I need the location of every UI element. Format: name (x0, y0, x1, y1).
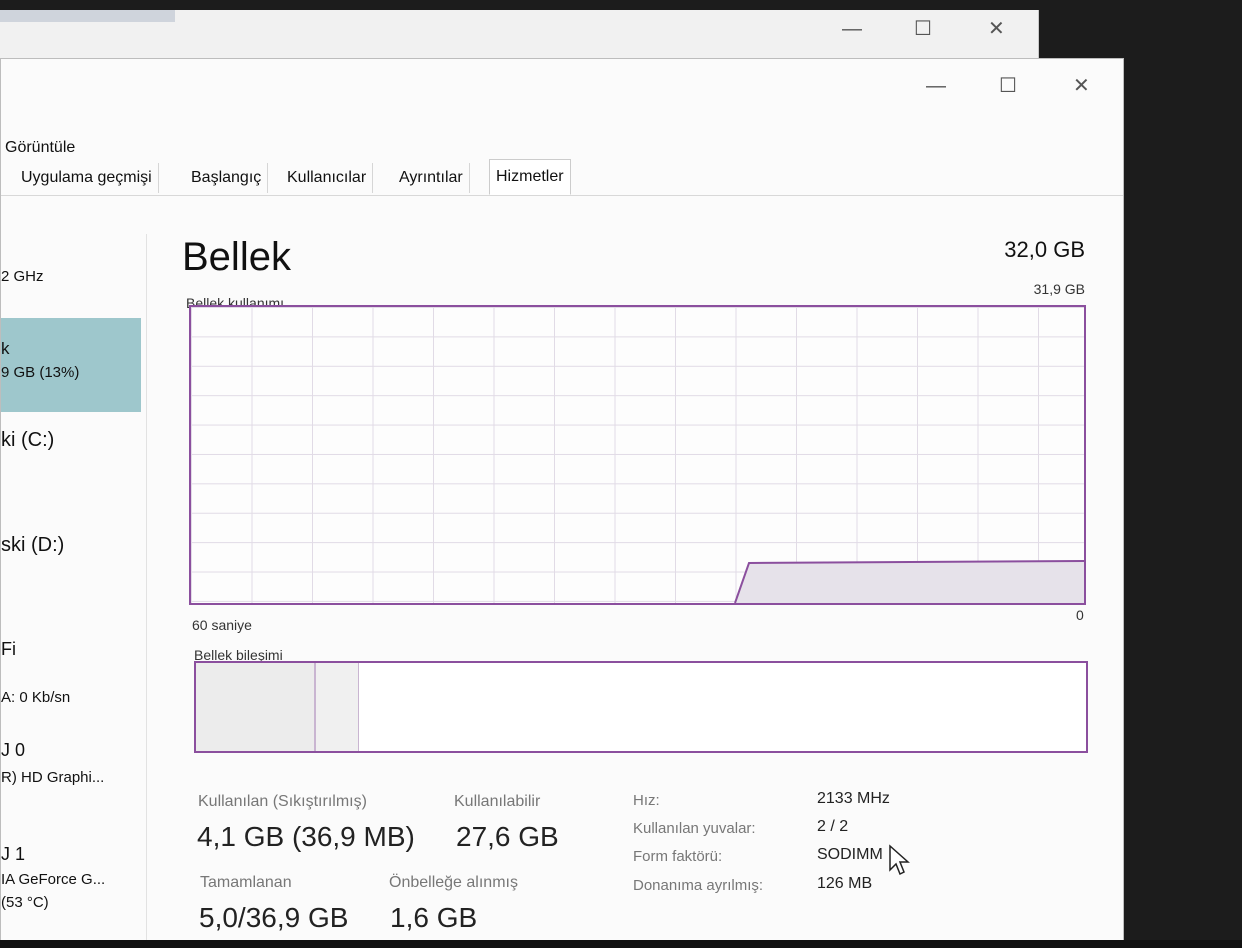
menu-view[interactable]: Görüntüle (5, 139, 75, 157)
task-manager-window: — ☐ ✕ Görüntüle Uygulama geçmişi Başlang… (0, 58, 1124, 945)
committed-label: Tamamlanan (200, 874, 292, 891)
mouse-cursor-icon (889, 844, 910, 876)
usage-graph-max: 31,9 GB (1033, 281, 1085, 297)
tab-startup[interactable]: Başlangıç (185, 163, 269, 193)
page-title: Bellek (182, 235, 291, 279)
available-label: Kullanılabilir (454, 793, 541, 810)
memory-composition-bar (194, 661, 1088, 753)
composition-modified (316, 663, 359, 751)
graph-time-label: 60 saniye (192, 617, 252, 633)
sidebar-item-disk-d[interactable]: ski (D:) (1, 534, 64, 557)
sidebar-gpu1-desc: IA GeForce G... (1, 871, 106, 888)
sidebar-wifi-rate: A: 0 Kb/sn (1, 689, 71, 706)
committed-value: 5,0/36,9 GB (199, 902, 349, 933)
reserved-value: 126 MB (817, 875, 873, 892)
graph-time-zero: 0 (1076, 607, 1084, 623)
memory-total: 32,0 GB (1004, 237, 1085, 262)
background-window-strip (0, 10, 175, 22)
bg-minimize-button[interactable]: — (842, 18, 862, 41)
sidebar-item-gpu1[interactable]: J 1 (1, 844, 25, 865)
sidebar-memory-usage: 9 GB (13%) (1, 364, 80, 381)
composition-in-use (196, 663, 316, 751)
used-label: Kullanılan (Sıkıştırılmış) (198, 793, 367, 810)
tab-users[interactable]: Kullanıcılar (281, 163, 374, 193)
form-factor-label: Form faktörü: (633, 848, 723, 865)
bg-maximize-button[interactable]: ☐ (914, 16, 932, 41)
bg-close-button[interactable]: ✕ (988, 16, 1005, 41)
tab-app-history[interactable]: Uygulama geçmişi (15, 163, 159, 193)
form-factor-value: SODIMM (817, 846, 883, 863)
slots-label: Kullanılan yuvalar: (633, 820, 756, 837)
speed-label: Hız: (633, 792, 660, 809)
sidebar-item-memory[interactable]: k (1, 339, 10, 359)
sidebar-gpu1-temp: (53 °C) (1, 894, 49, 911)
sidebar-gpu0-desc: R) HD Graphi... (1, 769, 105, 786)
sidebar-item-wifi[interactable]: Fi (1, 639, 16, 660)
bottom-band (0, 940, 1242, 948)
tab-strip: Uygulama geçmişi Başlangıç Kullanıcılar … (1, 159, 1123, 196)
memory-usage-line (734, 560, 1084, 603)
slots-value: 2 / 2 (817, 818, 849, 835)
sidebar-cpu-speed[interactable]: 2 GHz (1, 268, 44, 285)
maximize-button[interactable]: ☐ (999, 73, 1017, 98)
minimize-button[interactable]: — (926, 75, 946, 98)
speed-value: 2133 MHz (817, 790, 890, 807)
sidebar-item-gpu0[interactable]: J 0 (1, 740, 25, 761)
cached-value: 1,6 GB (390, 902, 478, 933)
tab-services[interactable]: Hizmetler (489, 159, 571, 195)
close-button[interactable]: ✕ (1073, 73, 1090, 98)
sidebar-item-disk-c[interactable]: ki (C:) (1, 429, 54, 452)
tab-details[interactable]: Ayrıntılar (393, 163, 470, 193)
available-value: 27,6 GB (456, 821, 559, 852)
memory-usage-graph (189, 305, 1086, 605)
reserved-label: Donanıma ayrılmış: (633, 877, 764, 894)
used-value: 4,1 GB (36,9 MB) (197, 821, 415, 852)
cached-label: Önbelleğe alınmış (389, 874, 518, 891)
